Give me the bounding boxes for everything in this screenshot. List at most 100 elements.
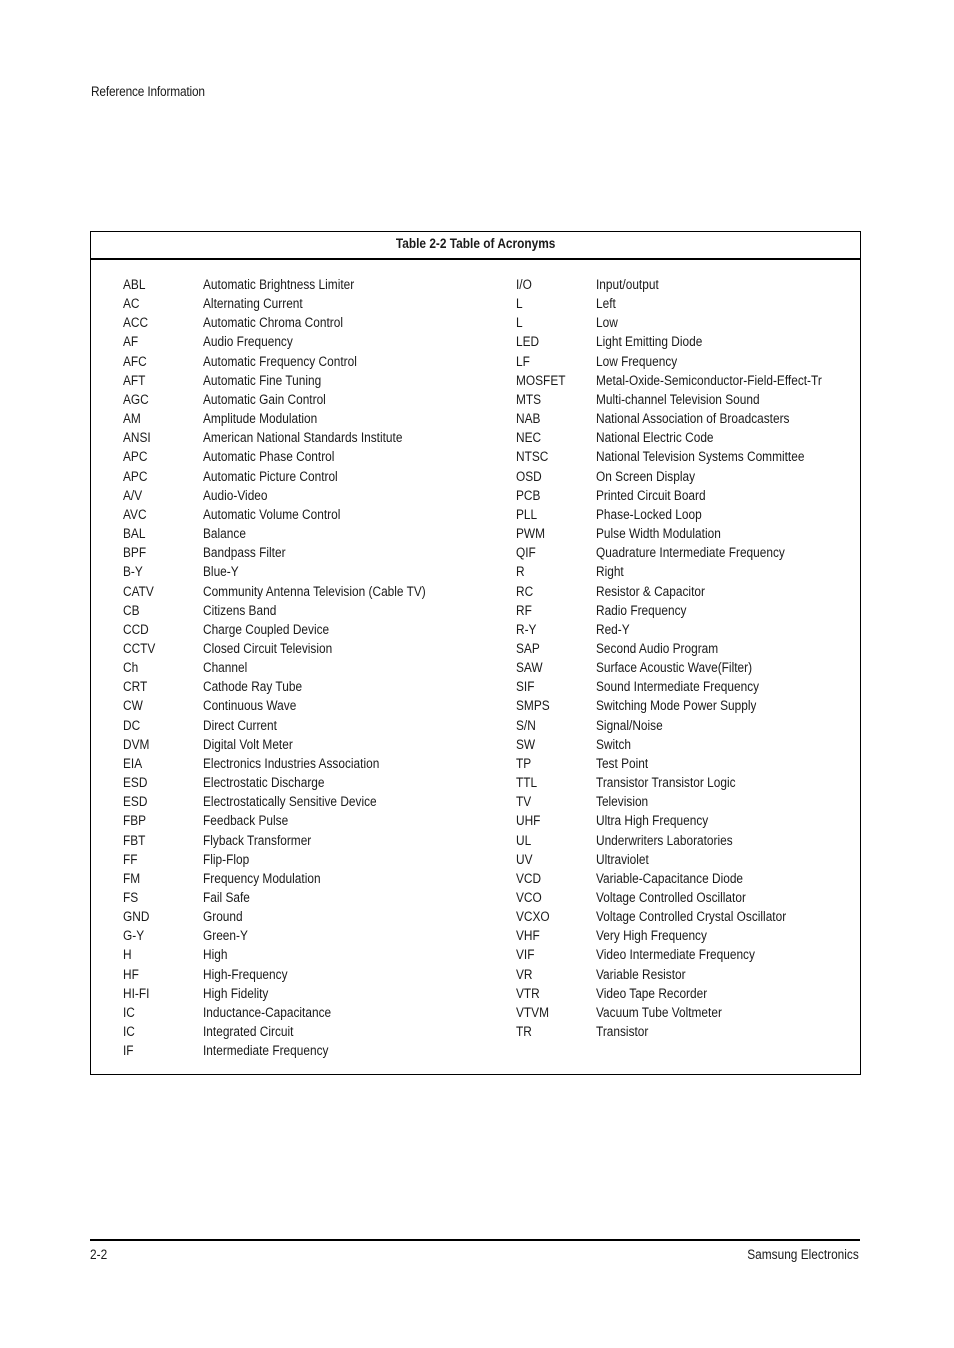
acronym-definition: Radio Frequency [596, 602, 687, 618]
acronym-abbreviation: GND [123, 909, 150, 925]
acronym-abbreviation: APC [123, 449, 148, 465]
acronym-abbreviation: VR [516, 966, 533, 982]
acronym-abbreviation: ACC [123, 315, 149, 331]
acronym-definition: Amplitude Modulation [203, 411, 318, 427]
acronym-definition: Intermediate Frequency [203, 1043, 329, 1059]
acronym-definition: Pulse Width Modulation [596, 526, 721, 542]
acronym-definition: Phase-Locked Loop [596, 506, 702, 522]
acronym-abbreviation: AVC [123, 506, 147, 522]
acronym-abbreviation: IF [123, 1043, 134, 1059]
acronym-abbreviation: PLL [516, 506, 538, 522]
acronym-definition: Automatic Gain Control [203, 391, 326, 407]
acronym-definition: Test Point [596, 755, 649, 771]
acronym-definition: Low [596, 315, 618, 331]
acronym-definition: Blue-Y [203, 564, 239, 580]
acronym-abbreviation: G-Y [123, 928, 145, 944]
acronym-definition: Automatic Brightness Limiter [203, 277, 355, 292]
acronym-definition: Balance [203, 526, 246, 542]
acronym-definition: Direct Current [203, 717, 277, 733]
acronym-abbreviation: MOSFET [516, 372, 566, 388]
acronym-abbreviation: IC [123, 1004, 135, 1020]
acronym-definition: Vacuum Tube Voltmeter [596, 1004, 722, 1020]
acronym-abbreviation: H [123, 947, 132, 963]
acronym-definition: Multi-channel Television Sound [596, 391, 760, 407]
acronym-definition: Voltage Controlled Oscillator [596, 890, 746, 905]
acronym-abbreviation: VCD [516, 870, 542, 886]
acronym-abbreviation: CCTV [123, 640, 156, 656]
acronym-definition: Printed Circuit Board [596, 487, 706, 503]
acronym-abbreviation: AFC [123, 353, 147, 369]
acronym-definition: Resistor & Capacitor [596, 583, 705, 599]
acronym-definition: Alternating Current [203, 296, 303, 312]
acronym-definition: Ground [203, 909, 243, 925]
acronym-abbreviation: FS [123, 890, 139, 905]
acronym-abbreviation: CRT [123, 679, 148, 695]
acronym-definition: Automatic Frequency Control [203, 353, 357, 369]
acronym-definition: Automatic Volume Control [203, 506, 341, 522]
acronym-abbreviation: HI-FI [123, 985, 150, 1001]
acronym-abbreviation: R-Y [516, 621, 537, 637]
acronym-definition: Inductance-Capacitance [203, 1004, 332, 1020]
acronym-definition: Electronics Industries Association [203, 755, 380, 771]
acronym-abbreviation: AF [123, 334, 139, 350]
acronym-abbreviation: VTVM [516, 1004, 550, 1020]
acronym-abbreviation: ABL [123, 277, 146, 292]
acronym-abbreviation: UL [516, 832, 532, 848]
acronym-definition: High-Frequency [203, 966, 288, 982]
page-number: 2-2 [90, 1247, 108, 1262]
acronym-definition: Underwriters Laboratories [596, 832, 733, 848]
acronym-definition: Charge Coupled Device [203, 621, 330, 637]
acronym-abbreviation: L [516, 296, 523, 312]
acronym-abbreviation: FM [123, 870, 141, 886]
acronym-definition: Fail Safe [203, 890, 250, 905]
acronym-abbreviation: LF [516, 353, 530, 369]
acronym-definition: Variable Resistor [596, 966, 686, 982]
acronym-definition: Signal/Noise [596, 717, 663, 733]
acronym-abbreviation: APC [123, 468, 148, 484]
acronym-definition: Right [596, 564, 624, 580]
acronym-abbreviation: FBT [123, 832, 146, 848]
acronym-definition: Electrostatically Sensitive Device [203, 794, 377, 810]
acronym-abbreviation: SW [516, 736, 536, 752]
acronym-abbreviation: FF [123, 851, 138, 867]
acronym-definition: Quadrature Intermediate Frequency [596, 545, 785, 561]
acronym-abbreviation: L [516, 315, 523, 331]
table-title: Table 2-2 Table of Acronyms [91, 232, 860, 260]
acronym-abbreviation: UHF [516, 813, 541, 829]
acronym-abbreviation: NTSC [516, 449, 549, 465]
acronym-definition: Audio-Video [203, 487, 268, 503]
acronym-definition: Continuous Wave [203, 698, 297, 714]
acronym-abbreviation: A/V [123, 487, 143, 503]
acronym-definition: Video Tape Recorder [596, 985, 708, 1001]
acronym-abbreviation: CW [123, 698, 143, 714]
acronym-definition: Automatic Chroma Control [203, 315, 343, 331]
acronym-abbreviation: DC [123, 717, 141, 733]
acronym-definition: Video Intermediate Frequency [596, 947, 755, 963]
acronym-abbreviation: AC [123, 296, 140, 312]
acronym-definition: National Association of Broadcasters [596, 411, 790, 427]
acronym-abbreviation: B-Y [123, 564, 143, 580]
acronym-abbreviation: VHF [516, 928, 540, 944]
acronym-abbreviation: HF [123, 966, 139, 982]
footer-company: Samsung Electronics [747, 1247, 859, 1262]
acronym-definition: Cathode Ray Tube [203, 679, 303, 695]
acronym-definition: Switch [596, 736, 631, 752]
acronym-definition: Feedback Pulse [203, 813, 289, 829]
running-head: Reference Information [91, 84, 205, 99]
acronym-abbreviation: R [516, 564, 525, 580]
acronym-definition: American National Standards Institute [203, 430, 403, 446]
acronym-definition: Integrated Circuit [203, 1024, 294, 1040]
acronym-abbreviation: S/N [516, 717, 536, 733]
acronym-abbreviation: SAW [516, 660, 543, 676]
acronym-definition: Metal-Oxide-Semiconductor-Field-Effect-T… [596, 372, 822, 388]
acronym-abbreviation: SMPS [516, 698, 550, 714]
acronym-abbreviation: Ch [123, 660, 139, 676]
acronym-definition: Transistor Transistor Logic [596, 775, 736, 791]
acronym-abbreviation: AFT [123, 372, 146, 388]
acronym-abbreviation: NAB [516, 411, 541, 427]
acronym-abbreviation: BAL [123, 526, 146, 542]
acronym-definition: Community Antenna Television (Cable TV) [203, 583, 426, 599]
acronym-definition: Switching Mode Power Supply [596, 698, 757, 714]
table-title-text: Table 2-2 Table of Acronyms [395, 236, 556, 251]
acronym-definition: Flip-Flop [203, 851, 250, 867]
